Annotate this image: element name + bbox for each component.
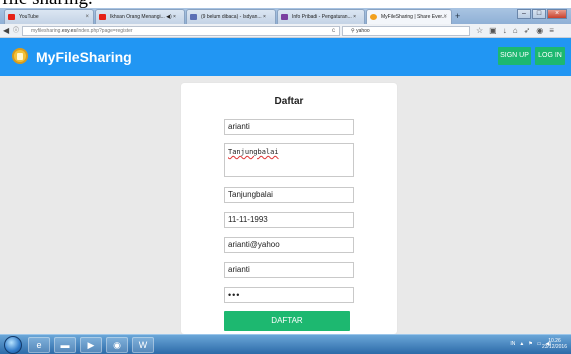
tab-label: (9 belum dibaca) - Isdyan... ×: [201, 14, 266, 20]
clipboard-icon[interactable]: ▣: [489, 26, 497, 36]
word-icon[interactable]: W: [132, 337, 154, 353]
browser-tab-strip: YouTube × Ikhsan Orang Menangi... ◀) × (…: [0, 8, 571, 24]
tab-label: MyFileSharing | Share Ever...: [381, 14, 446, 20]
new-tab-button[interactable]: +: [455, 11, 460, 21]
send-icon[interactable]: ➶: [524, 26, 531, 36]
password-field[interactable]: •••: [224, 287, 354, 303]
name-field[interactable]: arianti: [224, 119, 354, 135]
search-value: yahoo: [356, 28, 370, 34]
page-body: Daftar arianti Tanjungbalai Tanjungbalai…: [0, 76, 571, 334]
myfilesharing-icon: [370, 14, 377, 20]
site-info-icon[interactable]: ⓘ: [13, 26, 19, 36]
file-explorer-icon[interactable]: ▬: [54, 337, 76, 353]
start-button[interactable]: [4, 336, 22, 354]
tab-youtube-video[interactable]: Ikhsan Orang Menangi... ◀) ×: [95, 9, 185, 24]
browser-nav-bar: ◀ ⓘ myfilesharing.esy.es/index.php?page=…: [0, 24, 571, 38]
brand-title[interactable]: MyFileSharing: [36, 49, 132, 65]
register-card: Daftar arianti Tanjungbalai Tanjungbalai…: [181, 83, 397, 334]
windows-taskbar: e ▬ ▶ ◉ W IN ▲ ⚑ ▭ ◀) 10.26 23/12/2016: [0, 334, 571, 354]
url-domain: esy.es: [61, 28, 76, 34]
tab-label: Info Pribadi - Pengaturan... ×: [292, 14, 357, 20]
tab-personal-info[interactable]: Info Pribadi - Pengaturan... ×: [277, 9, 365, 24]
close-icon[interactable]: ×: [443, 10, 447, 24]
search-bar[interactable]: ⚲ yahoo: [342, 26, 470, 36]
tab-myfilesharing[interactable]: MyFileSharing | Share Ever... ×: [366, 9, 452, 24]
app-logo-icon: [12, 48, 28, 64]
username-field[interactable]: arianti: [224, 262, 354, 278]
maximize-button[interactable]: □: [532, 9, 546, 19]
media-player-icon[interactable]: ▶: [80, 337, 102, 353]
youtube-icon: [99, 14, 106, 20]
address-bar[interactable]: myfilesharing.esy.es/index.php?page=regi…: [22, 26, 340, 36]
address-textarea[interactable]: Tanjungbalai: [224, 143, 354, 177]
browser-toolbar-icons: ☆ ▣ ↓ ⌂ ➶ ◉ ≡: [476, 26, 554, 36]
mail-icon: [190, 14, 197, 20]
clock-date: 23/12/2016: [541, 344, 567, 350]
address-value: Tanjungbalai: [228, 148, 279, 156]
screenshot: file sharing. YouTube × Ikhsan Orang Men…: [0, 0, 571, 354]
language-indicator[interactable]: IN: [510, 340, 515, 349]
login-button[interactable]: LOG IN: [535, 47, 565, 65]
tab-youtube[interactable]: YouTube ×: [4, 9, 94, 24]
reload-icon[interactable]: c: [332, 26, 335, 36]
network-icon[interactable]: ▭: [537, 340, 542, 349]
birthdate-field[interactable]: 11-11-1993: [224, 212, 354, 228]
sync-icon[interactable]: ◉: [536, 26, 543, 36]
yahoo-icon: [281, 14, 288, 20]
tray-expand-icon[interactable]: ▲: [519, 340, 524, 349]
flag-icon[interactable]: ⚑: [528, 340, 532, 349]
taskbar-clock[interactable]: 10.26 23/12/2016: [542, 338, 567, 350]
daftar-submit-button[interactable]: DAFTAR: [224, 311, 350, 331]
internet-explorer-icon[interactable]: e: [28, 337, 50, 353]
close-icon[interactable]: ×: [85, 10, 89, 24]
tab-label: YouTube: [19, 14, 39, 20]
window-close-button[interactable]: ×: [547, 9, 567, 19]
bookmark-star-icon[interactable]: ☆: [476, 26, 483, 36]
url-prefix: myfilesharing.: [31, 28, 62, 34]
youtube-icon: [8, 14, 15, 20]
form-title: Daftar: [274, 96, 304, 107]
url-path: /index.php?page=register: [75, 28, 133, 34]
tab-mail[interactable]: (9 belum dibaca) - Isdyan... ×: [186, 9, 276, 24]
back-arrow-icon[interactable]: ◀: [3, 26, 9, 36]
app-header: MyFileSharing SIGN UP LOG IN: [0, 38, 571, 76]
signup-button[interactable]: SIGN UP: [498, 47, 531, 65]
tab-label: Ikhsan Orang Menangi... ◀) ×: [110, 14, 176, 20]
window-controls: – □ ×: [517, 9, 567, 19]
home-icon[interactable]: ⌂: [513, 26, 518, 36]
menu-icon[interactable]: ≡: [549, 26, 554, 36]
firefox-icon[interactable]: ◉: [106, 337, 128, 353]
download-icon[interactable]: ↓: [503, 26, 507, 36]
city-field[interactable]: Tanjungbalai: [224, 187, 354, 203]
minimize-button[interactable]: –: [517, 9, 531, 19]
email-field[interactable]: arianti@yahoo: [224, 237, 354, 253]
